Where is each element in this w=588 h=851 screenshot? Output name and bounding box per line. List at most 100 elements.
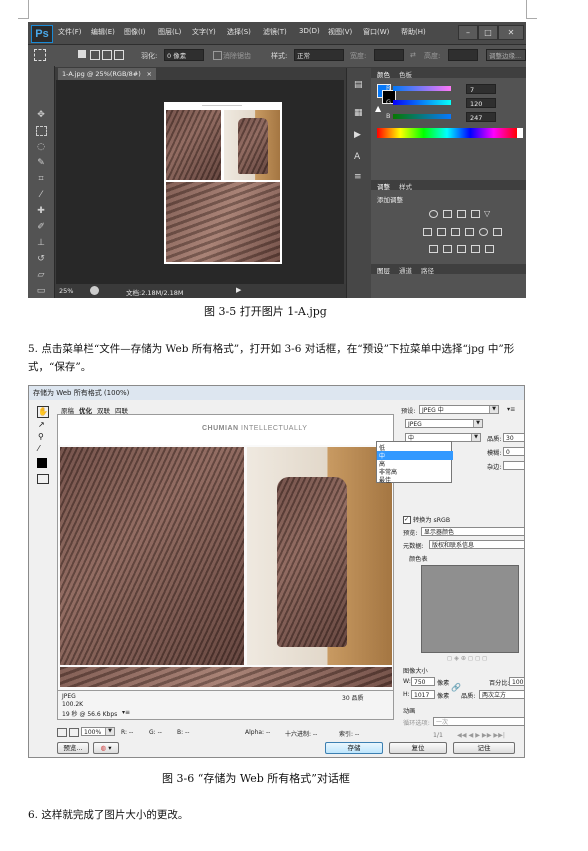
menu-window[interactable]: 窗口(W) xyxy=(363,27,389,37)
h-input[interactable]: 1017 xyxy=(411,690,435,699)
convert-srgb-checkbox[interactable]: ✓ xyxy=(403,516,411,524)
black-white-icon[interactable] xyxy=(451,228,460,236)
marquee-tool-icon[interactable] xyxy=(34,49,46,61)
zoom-in-icon[interactable] xyxy=(69,728,79,737)
menu-layer[interactable]: 图层(L) xyxy=(158,27,181,37)
photo-filter-icon[interactable] xyxy=(465,228,474,236)
save-button[interactable]: 存储 xyxy=(325,742,383,754)
height-input[interactable] xyxy=(448,49,478,61)
tab-layers[interactable]: 图层 xyxy=(377,265,390,275)
slice-select-tool-icon[interactable]: ↗ xyxy=(38,420,45,429)
resample-quality-select[interactable]: 两次立方▼ xyxy=(479,690,524,699)
reset-button[interactable]: 复位 xyxy=(389,742,447,754)
zoom-select[interactable]: 100% ▼ xyxy=(81,727,115,736)
color-balance-icon[interactable] xyxy=(437,228,446,236)
style-select[interactable]: 正常 xyxy=(294,49,344,61)
toggle-slices-icon[interactable] xyxy=(37,474,49,484)
quality-option-medium[interactable]: 中 xyxy=(377,451,453,460)
w-input[interactable]: 750 xyxy=(411,677,435,686)
menu-file[interactable]: 文件(F) xyxy=(58,27,82,37)
download-speed-menu-icon[interactable]: ▾≡ xyxy=(122,709,130,716)
healing-tool-icon[interactable]: ✚ xyxy=(35,206,47,216)
status-zoom[interactable]: 25% xyxy=(59,287,73,295)
menu-3d[interactable]: 3D(D) xyxy=(299,27,320,35)
color-table-tool-icons[interactable]: ◻ ◈ ⊕ ◻ ◻ ◻ xyxy=(447,655,487,662)
move-tool-icon[interactable]: ✥ xyxy=(35,110,47,120)
channel-g-slider[interactable] xyxy=(393,100,451,105)
menu-view[interactable]: 视图(V) xyxy=(328,27,352,37)
menu-select[interactable]: 选择(S) xyxy=(227,27,251,37)
blur-input[interactable]: 0▸ xyxy=(503,447,524,456)
crop-tool-icon[interactable]: ⌗ xyxy=(35,174,47,184)
eyedropper-tool-icon[interactable]: ⁄ xyxy=(35,190,47,200)
marquee-tool-icon[interactable] xyxy=(36,126,47,136)
invert-icon[interactable] xyxy=(429,245,438,253)
tab-close-icon[interactable]: × xyxy=(147,68,152,80)
channel-b-slider[interactable] xyxy=(393,114,451,119)
tab-swatches[interactable]: 色板 xyxy=(399,69,412,79)
new-selection-icon[interactable] xyxy=(78,50,86,58)
width-input[interactable] xyxy=(374,49,404,61)
gradient-map-icon[interactable] xyxy=(471,245,480,253)
matte-select[interactable]: ▼ xyxy=(503,461,524,470)
quality-input[interactable]: 30▸ xyxy=(503,433,524,442)
brush-tool-icon[interactable]: ✐ xyxy=(35,222,47,232)
preview-button[interactable]: 预览... xyxy=(57,742,89,754)
hue-saturation-icon[interactable] xyxy=(423,228,432,236)
channel-g-input[interactable]: 120 xyxy=(466,98,496,108)
preset-select[interactable]: JPEG 中 ▼ xyxy=(419,405,499,414)
exposure-icon[interactable] xyxy=(471,210,480,218)
channel-r-input[interactable]: 7 xyxy=(466,84,496,94)
paragraph-panel-icon[interactable]: ≡ xyxy=(354,172,362,182)
lasso-tool-icon[interactable]: ◌ xyxy=(35,142,47,152)
curves-icon[interactable] xyxy=(457,210,466,218)
eraser-tool-icon[interactable]: ▱ xyxy=(35,270,47,280)
preview-select[interactable]: 显示器颜色▼ xyxy=(421,527,524,536)
selective-color-icon[interactable] xyxy=(485,245,494,253)
eyedropper-color-swatch[interactable] xyxy=(37,458,47,468)
quick-select-tool-icon[interactable]: ✎ xyxy=(35,158,47,168)
dialog-preview-area[interactable]: CHUMIAN INTELLECTUALLY xyxy=(57,414,394,696)
subtract-selection-icon[interactable] xyxy=(102,50,112,60)
gradient-tool-icon[interactable]: ▭ xyxy=(35,286,47,296)
tab-adjustments[interactable]: 调整 xyxy=(377,181,390,191)
tab-paths[interactable]: 路径 xyxy=(421,265,434,275)
preset-menu-icon[interactable]: ▾≡ xyxy=(507,406,515,413)
vibrance-icon[interactable]: ▽ xyxy=(484,209,490,218)
refine-edge-button[interactable]: 调整边缘... xyxy=(486,49,526,61)
document-tab[interactable]: 1-A.jpg @ 25%(RGB/8#) × xyxy=(58,68,156,80)
color-lookup-icon[interactable] xyxy=(493,228,502,236)
add-selection-icon[interactable] xyxy=(90,50,100,60)
browser-select[interactable]: ◍ ▾ xyxy=(93,742,119,754)
intersect-selection-icon[interactable] xyxy=(114,50,124,60)
color-spectrum-ramp[interactable] xyxy=(377,128,523,138)
posterize-icon[interactable] xyxy=(443,245,452,253)
actions-panel-icon[interactable]: ▶ xyxy=(354,130,361,140)
format-select[interactable]: JPEG ▼ xyxy=(405,419,483,428)
status-arrow-icon[interactable]: ▶ xyxy=(236,286,241,294)
tab-color[interactable]: 颜色 xyxy=(377,69,390,79)
eyedropper-tool-icon[interactable]: ⁄ xyxy=(38,444,39,453)
status-info-icon[interactable] xyxy=(90,286,99,295)
tab-channels[interactable]: 通道 xyxy=(399,265,412,275)
hand-tool-icon[interactable]: ✋ xyxy=(37,406,49,418)
character-panel-icon[interactable]: A xyxy=(354,152,360,162)
history-brush-icon[interactable]: ↺ xyxy=(35,254,47,264)
channel-b-input[interactable]: 247 xyxy=(466,112,496,122)
quality-dropdown-list[interactable]: 低 中 高 非常高 最佳 xyxy=(376,441,453,484)
brightness-icon[interactable] xyxy=(429,210,438,218)
antialias-checkbox[interactable] xyxy=(213,51,222,60)
channel-r-slider[interactable] xyxy=(393,86,451,91)
threshold-icon[interactable] xyxy=(457,245,466,253)
remember-button[interactable]: 记住 xyxy=(453,742,515,754)
menu-type[interactable]: 文字(Y) xyxy=(192,27,216,37)
feather-input[interactable]: 0 像素 xyxy=(164,49,204,61)
menu-help[interactable]: 帮助(H) xyxy=(401,27,426,37)
color-table[interactable] xyxy=(421,565,519,653)
menu-edit[interactable]: 编辑(E) xyxy=(91,27,115,37)
tab-styles[interactable]: 样式 xyxy=(399,181,412,191)
maximize-icon[interactable]: □ xyxy=(478,25,498,40)
document-canvas[interactable] xyxy=(56,80,344,292)
frame-controls[interactable]: ◀◀ ◀ ▶ ▶▶ ▶▶| xyxy=(457,732,505,739)
minimize-icon[interactable]: – xyxy=(458,25,478,40)
